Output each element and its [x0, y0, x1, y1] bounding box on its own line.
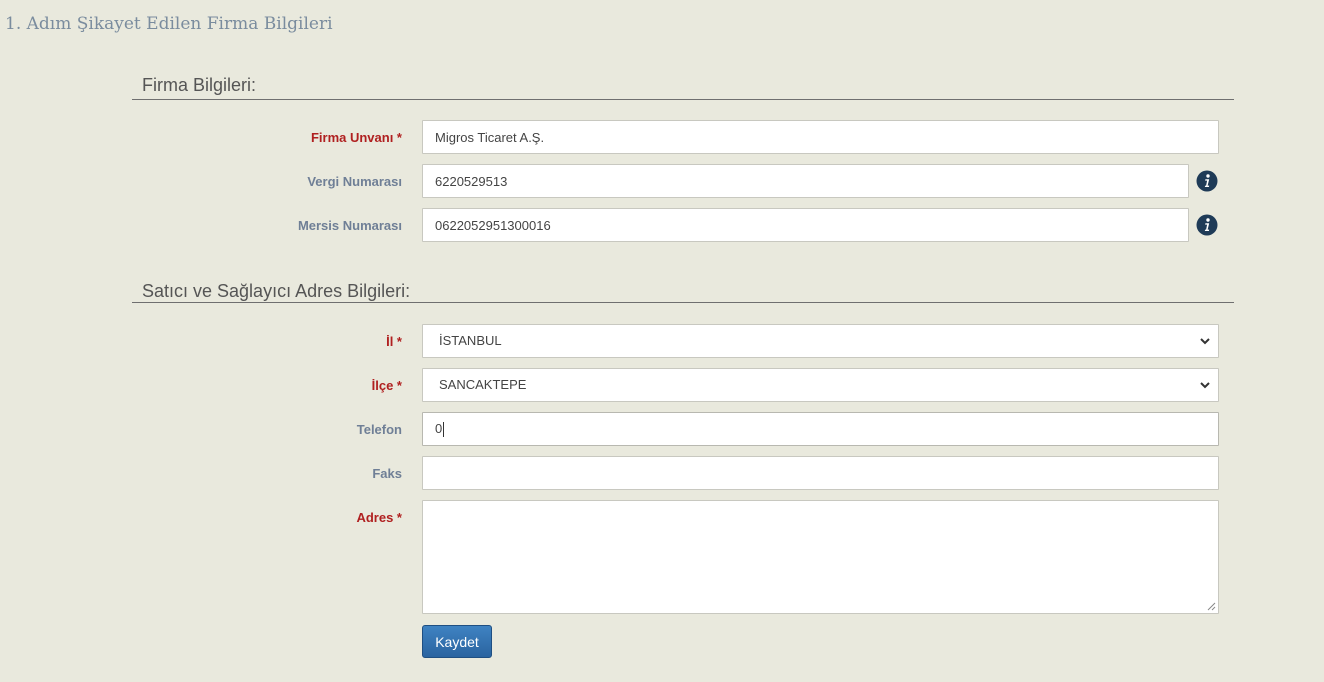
phone-value: 0 [435, 421, 443, 436]
fax-label: Faks [372, 466, 402, 481]
tax-number-input[interactable] [422, 164, 1189, 198]
firm-section-divider [132, 99, 1234, 100]
address-textarea[interactable] [422, 500, 1219, 614]
district-select[interactable]: SANCAKTEPE [422, 368, 1219, 402]
province-selected-value: İSTANBUL [439, 333, 502, 348]
firm-title-input[interactable] [422, 120, 1219, 154]
phone-input[interactable]: 0 [422, 412, 1219, 446]
resize-grip-icon[interactable] [1207, 602, 1216, 611]
address-label: Adres * [356, 510, 402, 525]
fax-input[interactable] [422, 456, 1219, 490]
address-section-divider [132, 302, 1234, 303]
district-selected-value: SANCAKTEPE [439, 377, 527, 392]
chevron-down-icon [1200, 382, 1210, 389]
address-section-title: Satıcı ve Sağlayıcı Adres Bilgileri: [142, 281, 411, 301]
firm-title-label: Firma Unvanı * [310, 130, 402, 145]
mersis-number-info-icon[interactable] [1196, 214, 1218, 236]
province-select[interactable]: İSTANBUL [422, 324, 1219, 358]
mersis-number-input[interactable] [422, 208, 1189, 242]
chevron-down-icon [1200, 338, 1210, 345]
text-cursor [443, 422, 445, 438]
tax-number-info-icon[interactable] [1196, 170, 1218, 192]
district-label: İlçe * [371, 378, 402, 393]
phone-label: Telefon [356, 422, 402, 437]
save-button[interactable]: Kaydet [422, 625, 492, 658]
tax-number-label: Vergi Numarası [307, 174, 402, 189]
mersis-number-label: Mersis Numarası [297, 218, 402, 233]
firm-section-title: Firma Bilgileri: [142, 75, 257, 95]
province-label: İl * [386, 334, 402, 349]
step-title: 1. Adım Şikayet Edilen Firma Bilgileri [5, 14, 333, 34]
